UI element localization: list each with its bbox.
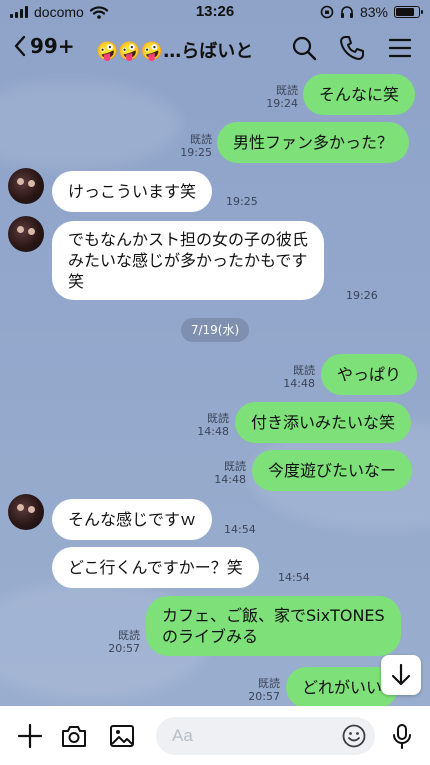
message-meta: 既読 14:48 xyxy=(279,364,315,390)
composer-bar xyxy=(0,706,430,765)
incoming-message[interactable]: でもなんかスト担の女の子の彼氏 みたいな感じが多かったかもです 笑 xyxy=(52,221,325,300)
menu-icon[interactable] xyxy=(386,34,414,62)
mic-icon[interactable] xyxy=(388,722,416,750)
incoming-message[interactable]: どこ行くんですかー？笑 xyxy=(52,547,259,588)
avatar[interactable] xyxy=(8,494,44,530)
message-time: 19:25 xyxy=(226,195,258,208)
message-line: 笑 xyxy=(68,272,85,291)
emoji-icon[interactable] xyxy=(341,723,367,749)
search-icon[interactable] xyxy=(290,34,318,62)
message-line: カフェ、ご飯、家でSixTONES xyxy=(162,606,385,625)
battery-icon xyxy=(394,6,423,18)
read-receipt: 既読 xyxy=(207,412,229,425)
incoming-message[interactable]: けっこういます笑 xyxy=(52,171,213,212)
message-meta: 既読 19:25 xyxy=(176,133,212,159)
message-time: 14:48 xyxy=(283,377,315,390)
orientation-lock-icon xyxy=(320,5,334,19)
message-time: 14:48 xyxy=(197,425,229,438)
message-meta: 既読 20:57 xyxy=(244,677,280,703)
battery-percent: 83% xyxy=(359,4,388,20)
chat-title[interactable]: 🤪🤪🤪…らばいと xyxy=(96,37,253,63)
outgoing-message[interactable]: 今度遊びたいなー xyxy=(252,450,413,491)
message-time: 14:54 xyxy=(278,571,310,584)
back-button[interactable]: 99+ xyxy=(12,34,75,58)
date-separator: 7/19(水) xyxy=(181,318,249,342)
avatar[interactable] xyxy=(8,216,44,252)
message-time: 19:25 xyxy=(180,146,212,159)
message-meta: 既読 14:48 xyxy=(210,460,246,486)
outgoing-message[interactable]: やっぱり xyxy=(321,354,418,395)
read-receipt: 既読 xyxy=(190,133,212,146)
chevron-left-icon xyxy=(14,35,26,57)
message-meta: 既読 20:57 xyxy=(104,629,140,655)
outgoing-message[interactable]: 男性ファン多かった？ xyxy=(217,122,410,163)
image-icon[interactable] xyxy=(108,722,136,750)
message-line: のライブみる xyxy=(162,627,259,646)
message-meta: 既読 19:24 xyxy=(262,84,298,110)
read-receipt: 既読 xyxy=(118,629,140,642)
chat-screen: docomo 13:26 83% 99+ 🤪🤪🤪…らばいと そんなに笑 既読 1… xyxy=(0,0,430,765)
message-time: 20:57 xyxy=(108,642,140,655)
message-line: みたいな感じが多かったかもです xyxy=(68,251,308,270)
message-time: 14:54 xyxy=(224,523,256,536)
read-receipt: 既読 xyxy=(224,460,246,473)
outgoing-message[interactable]: そんなに笑 xyxy=(303,74,416,115)
message-meta: 既読 14:48 xyxy=(193,412,229,438)
scroll-to-bottom-button[interactable] xyxy=(381,655,421,695)
plus-icon[interactable] xyxy=(16,722,44,750)
message-time: 14:48 xyxy=(214,473,246,486)
avatar[interactable] xyxy=(8,168,44,204)
message-line: でもなんかスト担の女の子の彼氏 xyxy=(68,230,309,249)
phone-icon[interactable] xyxy=(338,34,366,62)
incoming-message[interactable]: そんな感じですｗ xyxy=(52,499,213,540)
unread-count: 99+ xyxy=(30,34,75,58)
headphones-icon xyxy=(340,6,353,18)
camera-icon[interactable] xyxy=(60,722,88,750)
message-time: 20:57 xyxy=(248,690,280,703)
arrow-down-icon xyxy=(391,663,411,686)
chat-header: 99+ 🤪🤪🤪…らばいと xyxy=(0,26,430,70)
read-receipt: 既読 xyxy=(258,677,280,690)
outgoing-message[interactable]: カフェ、ご飯、家でSixTONES のライブみる xyxy=(146,596,401,656)
message-time: 19:26 xyxy=(346,289,378,302)
read-receipt: 既読 xyxy=(293,364,315,377)
status-bar: docomo 13:26 83% xyxy=(0,0,430,24)
outgoing-message[interactable]: 付き添いみたいな笑 xyxy=(235,402,412,443)
read-receipt: 既読 xyxy=(276,84,298,97)
background-cloud xyxy=(0,80,180,170)
message-time: 19:24 xyxy=(266,97,298,110)
